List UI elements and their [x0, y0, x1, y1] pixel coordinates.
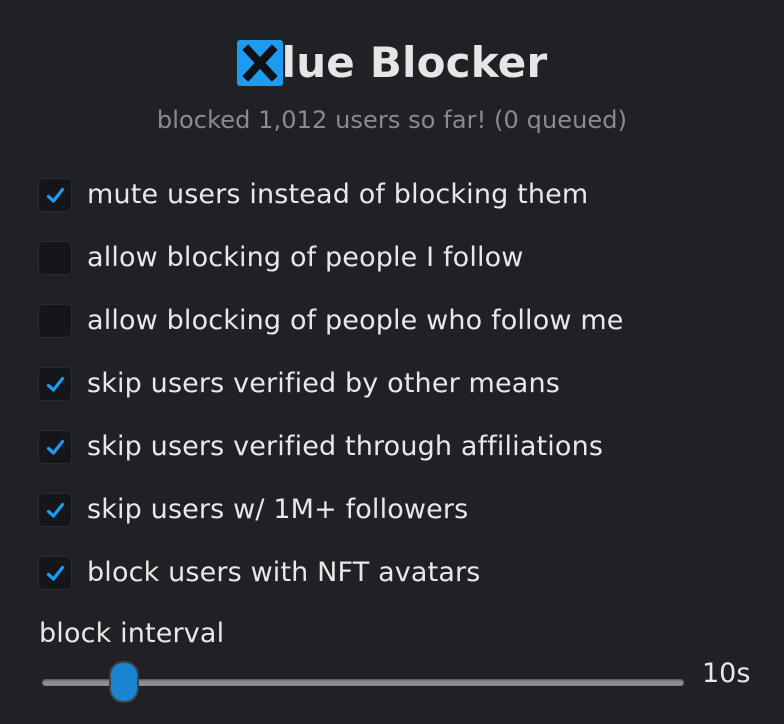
option-label: allow blocking of people I follow: [87, 242, 524, 273]
x-logo-icon: [236, 40, 283, 86]
blocked-count-status: blocked 1,012 users so far! (0 queued): [156, 106, 628, 134]
options-list: mute users instead of blocking them allo…: [38, 163, 758, 604]
checkmark-icon: [46, 565, 65, 581]
checkbox[interactable]: [38, 177, 72, 212]
option-label: allow blocking of people who follow me: [87, 305, 624, 336]
block-interval-label: block interval: [39, 618, 225, 649]
option-skip-1m-followers[interactable]: skip users w/ 1M+ followers: [38, 478, 758, 541]
option-allow-following[interactable]: allow blocking of people I follow: [38, 226, 758, 289]
checkmark-icon: [46, 439, 65, 455]
option-skip-verified-other[interactable]: skip users verified by other means: [38, 352, 758, 415]
option-label: block users with NFT avatars: [87, 557, 481, 588]
option-label: skip users verified through affiliations: [87, 431, 604, 462]
option-label: mute users instead of blocking them: [87, 179, 589, 210]
checkbox[interactable]: [38, 366, 72, 401]
checkmark-icon: [46, 502, 65, 518]
option-mute-instead[interactable]: mute users instead of blocking them: [38, 163, 758, 226]
checkmark-icon: [46, 187, 65, 203]
option-block-nft[interactable]: block users with NFT avatars: [38, 541, 758, 604]
slider-thumb[interactable]: [109, 661, 140, 703]
checkmark-icon: [46, 376, 65, 392]
header: lue Blocker blocked 1,012 users so far! …: [0, 40, 784, 134]
option-skip-affiliations[interactable]: skip users verified through affiliations: [38, 415, 758, 478]
option-label: skip users verified by other means: [87, 368, 560, 399]
checkbox[interactable]: [38, 429, 72, 464]
block-interval-slider[interactable]: [42, 660, 684, 706]
option-allow-followers[interactable]: allow blocking of people who follow me: [38, 289, 758, 352]
app-title-text: lue Blocker: [281, 38, 548, 87]
app-title: lue Blocker: [236, 38, 548, 87]
checkbox[interactable]: [38, 303, 72, 338]
block-interval-value: 10s: [702, 658, 751, 689]
checkbox[interactable]: [38, 240, 72, 275]
checkbox[interactable]: [38, 555, 72, 590]
option-label: skip users w/ 1M+ followers: [87, 494, 469, 525]
checkbox[interactable]: [38, 492, 72, 527]
